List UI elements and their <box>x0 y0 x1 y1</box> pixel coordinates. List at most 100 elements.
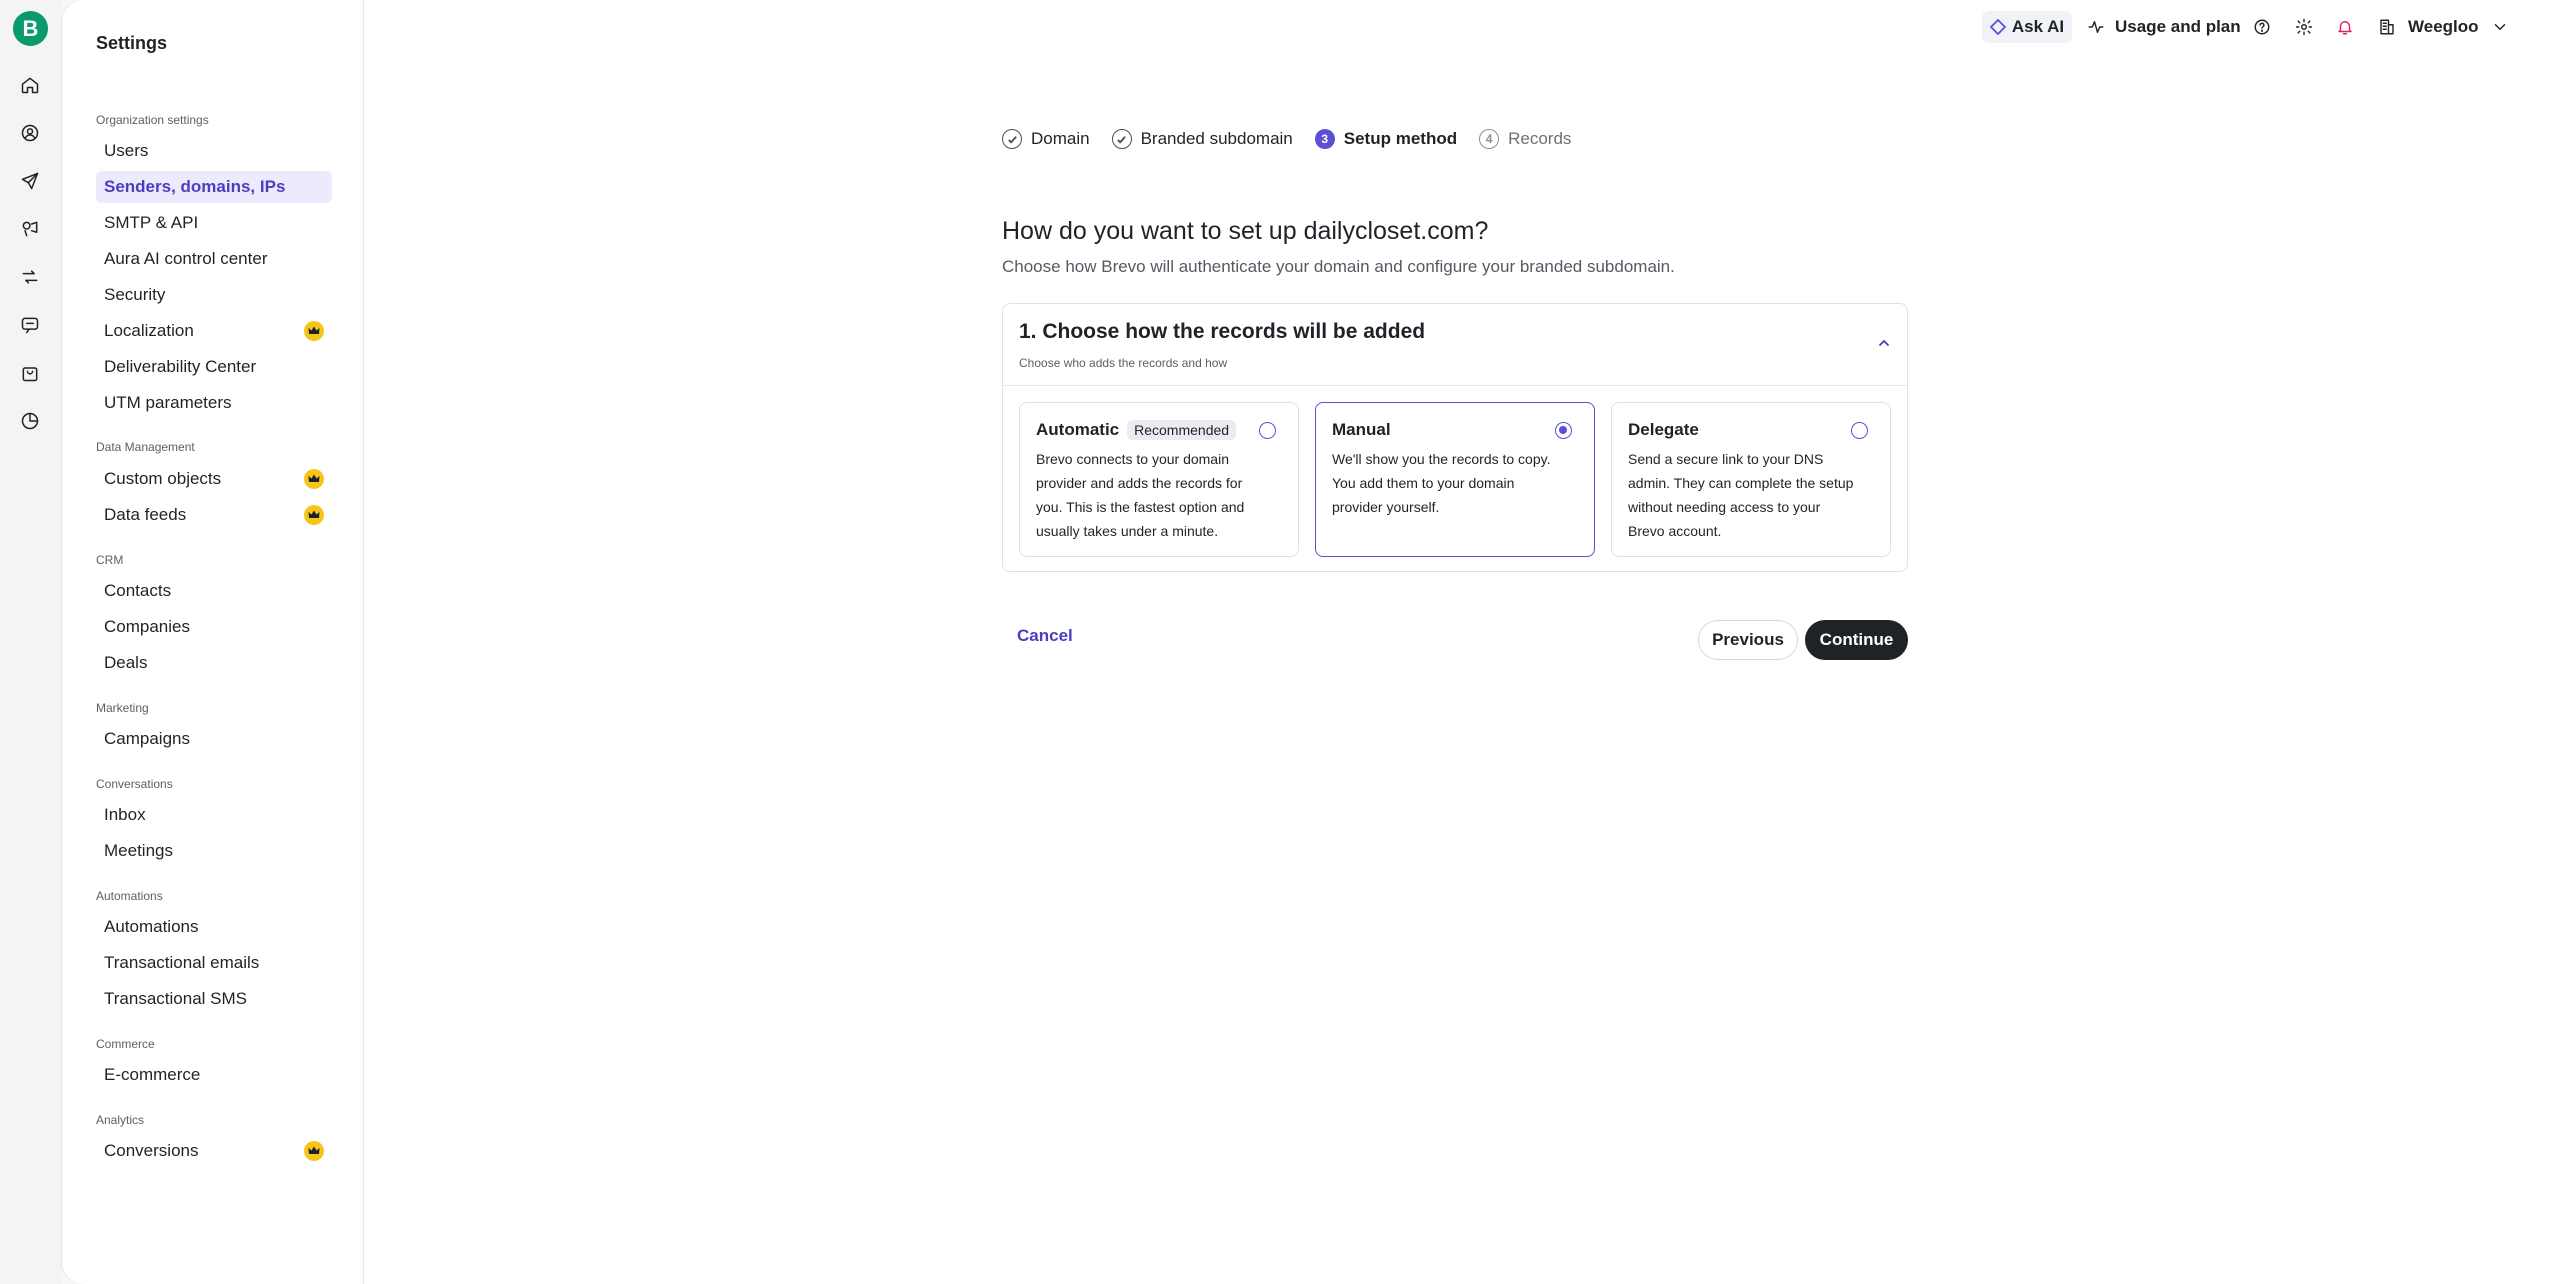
bell-icon <box>2334 16 2356 38</box>
sparkle-icon <box>1989 19 2006 35</box>
megaphone-icon[interactable] <box>19 218 41 240</box>
chart-icon[interactable] <box>19 410 41 432</box>
option-description: We'll show you the records to copy. You … <box>1332 451 1551 515</box>
chat-icon[interactable] <box>19 314 41 336</box>
help-icon <box>2251 16 2273 38</box>
sidebar-item-meetings[interactable]: Meetings <box>96 835 332 867</box>
option-automatic[interactable]: Automatic Recommended Brevo connects to … <box>1019 402 1299 557</box>
step-records: 4 Records <box>1479 129 1571 149</box>
sidebar-item-localization[interactable]: Localization <box>96 315 332 347</box>
sidebar-item-label: Automations <box>104 917 199 936</box>
account-menu[interactable]: Weegloo <box>2376 11 2511 43</box>
settings-button[interactable] <box>2293 11 2315 43</box>
chevron-down-icon <box>2489 16 2511 38</box>
ask-ai-button[interactable]: Ask AI <box>1982 11 2072 43</box>
sidebar-item-utm[interactable]: UTM parameters <box>96 387 332 419</box>
sidebar-item-contacts[interactable]: Contacts <box>96 575 332 607</box>
cancel-button[interactable]: Cancel <box>1017 626 1073 646</box>
step-number: 4 <box>1479 129 1500 149</box>
main-surface: Settings Organization settings Users Sen… <box>62 0 2559 1284</box>
option-title-row: Automatic Recommended <box>1036 419 1282 441</box>
option-title: Manual <box>1332 420 1391 439</box>
sidebar-item-aura[interactable]: Aura AI control center <box>96 243 332 275</box>
previous-button[interactable]: Previous <box>1698 620 1798 660</box>
page-subtitle: Choose how Brevo will authenticate your … <box>1002 257 1675 276</box>
option-description: Send a secure link to your DNS admin. Th… <box>1628 451 1854 539</box>
section-data-management: Data Management <box>96 440 195 454</box>
continue-button[interactable]: Continue <box>1805 620 1908 660</box>
section-analytics: Analytics <box>96 1113 145 1127</box>
option-delegate[interactable]: Delegate Send a secure link to your DNS … <box>1611 402 1891 557</box>
option-radio[interactable] <box>1851 422 1868 439</box>
sidebar-item-label: Conversions <box>104 1141 199 1160</box>
sidebar-item-ecommerce[interactable]: E-commerce <box>96 1059 332 1091</box>
sidebar-item-deals[interactable]: Deals <box>96 647 332 679</box>
sidebar-title: Settings <box>96 33 168 53</box>
send-icon[interactable] <box>19 170 41 192</box>
sidebar-item-smtp[interactable]: SMTP & API <box>96 207 332 239</box>
option-manual[interactable]: Manual We'll show you the records to cop… <box>1315 402 1595 557</box>
sidebar-item-transactional-sms[interactable]: Transactional SMS <box>96 983 332 1015</box>
section-organization-settings: Organization settings <box>96 113 209 127</box>
crown-icon <box>304 1141 324 1161</box>
option-title-row: Delegate <box>1628 419 1874 441</box>
option-description: Brevo connects to your domain provider a… <box>1036 451 1245 539</box>
sidebar-item-label: SMTP & API <box>104 213 199 232</box>
bag-icon[interactable] <box>19 362 41 384</box>
automations-icon[interactable] <box>19 266 41 288</box>
option-title-row: Manual <box>1332 419 1578 441</box>
sidebar-item-label: Localization <box>104 321 194 340</box>
sidebar-item-custom-objects[interactable]: Custom objects <box>96 463 332 495</box>
ask-ai-label: Ask AI <box>2011 17 2065 36</box>
option-radio[interactable] <box>1555 422 1572 439</box>
sidebar-item-label: Custom objects <box>104 469 222 488</box>
building-icon <box>2376 16 2398 38</box>
section-automations: Automations <box>96 889 163 903</box>
help-button[interactable] <box>2251 11 2273 43</box>
section-marketing: Marketing <box>96 701 149 715</box>
sidebar-item-transactional-emails[interactable]: Transactional emails <box>96 947 332 979</box>
account-name: Weegloo <box>2408 17 2479 36</box>
sidebar-item-inbox[interactable]: Inbox <box>96 799 332 831</box>
crown-icon <box>304 505 324 525</box>
sidebar-item-senders[interactable]: Senders, domains, IPs <box>96 171 332 203</box>
sidebar-item-users[interactable]: Users <box>96 135 332 167</box>
sidebar-item-label: Security <box>104 285 166 304</box>
panel-title: 1. Choose how the records will be added <box>1019 320 1426 343</box>
sidebar-item-deliverability[interactable]: Deliverability Center <box>96 351 332 383</box>
home-icon[interactable] <box>19 74 41 96</box>
sidebar-item-companies[interactable]: Companies <box>96 611 332 643</box>
gear-icon <box>2293 16 2315 38</box>
sidebar-item-label: Data feeds <box>104 505 187 524</box>
check-icon <box>1002 129 1022 149</box>
notifications-button[interactable] <box>2334 11 2356 43</box>
sidebar-item-security[interactable]: Security <box>96 279 332 311</box>
sidebar-item-label: Inbox <box>104 805 146 824</box>
step-number: 3 <box>1314 129 1335 149</box>
sidebar-item-campaigns[interactable]: Campaigns <box>96 723 332 755</box>
sidebar-item-label: UTM parameters <box>104 393 232 412</box>
sidebar-item-label: Transactional SMS <box>104 989 247 1008</box>
option-title: Delegate <box>1628 420 1699 439</box>
sidebar-item-label: Campaigns <box>104 729 190 748</box>
contacts-icon[interactable] <box>19 122 41 144</box>
step-branded-subdomain[interactable]: Branded subdomain <box>1111 129 1293 149</box>
chevron-up-icon[interactable] <box>1875 334 1893 352</box>
activity-icon <box>2085 16 2107 38</box>
setup-stepper: Domain Branded subdomain 3 Setup method … <box>1002 126 1593 152</box>
option-radio[interactable] <box>1259 422 1276 439</box>
sidebar-item-automations[interactable]: Automations <box>96 911 332 943</box>
sidebar-item-label: Contacts <box>104 581 172 600</box>
step-domain[interactable]: Domain <box>1002 129 1090 149</box>
sidebar-item-label: Users <box>104 141 149 160</box>
icon-rail: B <box>0 0 62 1284</box>
usage-and-plan-button[interactable]: Usage and plan <box>2085 11 2241 43</box>
page-title: How do you want to set up dailycloset.co… <box>1002 217 1489 245</box>
sidebar-item-label: Companies <box>104 617 190 636</box>
step-label: Branded subdomain <box>1140 129 1293 148</box>
brevo-logo[interactable]: B <box>13 11 48 46</box>
step-setup-method: 3 Setup method <box>1314 129 1457 149</box>
sidebar-item-data-feeds[interactable]: Data feeds <box>96 499 332 531</box>
sidebar-item-label: Deals <box>104 653 148 672</box>
sidebar-item-conversions[interactable]: Conversions <box>96 1135 332 1167</box>
